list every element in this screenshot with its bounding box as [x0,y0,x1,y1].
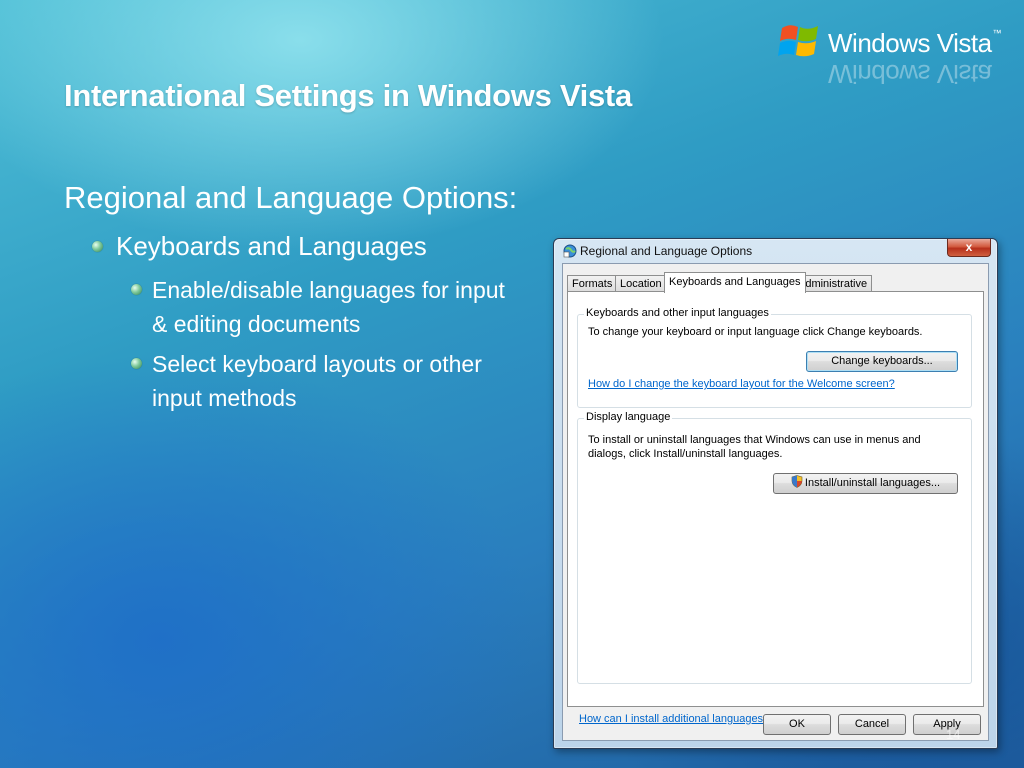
display-language-description-line2: dialogs, click Install/uninstall languag… [588,448,783,460]
welcome-screen-keyboard-link[interactable]: How do I change the keyboard layout for … [588,378,895,390]
install-additional-languages-link[interactable]: How can I install additional languages? [579,713,769,725]
windows-flag-icon [778,25,818,57]
dialog-title: Regional and Language Options [580,244,753,258]
keyboards-languages-panel: Keyboards and other input languages To c… [567,291,984,707]
globe-clock-icon [563,244,577,258]
tab-keyboards-and-languages[interactable]: Keyboards and Languages [664,272,806,293]
install-uninstall-languages-label: Install/uninstall languages... [804,477,941,489]
logo-text: Windows Vista [828,28,992,58]
close-button[interactable]: x [947,239,991,257]
keyboards-group-legend: Keyboards and other input languages [584,307,771,319]
bullet-level1: Regional and Language Options: [64,180,518,215]
ok-button[interactable]: OK [763,714,831,735]
uac-shield-icon [791,475,803,488]
display-language-legend: Display language [584,411,673,423]
bullet-icon [131,358,142,369]
tab-formats[interactable]: Formats [567,275,618,292]
keyboards-description: To change your keyboard or input languag… [588,326,923,338]
dialog-titlebar[interactable]: Regional and Language Options x [554,239,997,263]
regional-language-dialog: Regional and Language Options x Formats … [553,238,998,749]
windows-vista-logo: Windows Vista™ Windows Vista [778,18,1008,92]
logo-reflection: Windows Vista [828,64,992,84]
bullet-icon [131,284,142,295]
slide-page-number: 14 [946,727,961,742]
bullet-level2: Keyboards and Languages [116,231,427,261]
display-language-description-line1: To install or uninstall languages that W… [588,434,921,446]
cancel-button[interactable]: Cancel [838,714,906,735]
install-uninstall-languages-button[interactable]: Install/uninstall languages... [773,473,958,494]
tab-location[interactable]: Location [615,275,667,292]
bullet-level3-item: Enable/disable languages for input & edi… [152,277,505,337]
trademark-symbol: ™ [992,28,1002,38]
bullet-icon [92,241,103,252]
slide-title: International Settings in Windows Vista [64,78,632,113]
display-language-group: Display language To install or uninstall… [577,411,972,684]
bullet-level3-item: Select keyboard layouts or other input m… [152,351,482,411]
keyboards-group: Keyboards and other input languages To c… [577,307,972,408]
dialog-client-area: Formats Location Keyboards and Languages… [562,263,989,741]
change-keyboards-button[interactable]: Change keyboards... [806,351,958,372]
